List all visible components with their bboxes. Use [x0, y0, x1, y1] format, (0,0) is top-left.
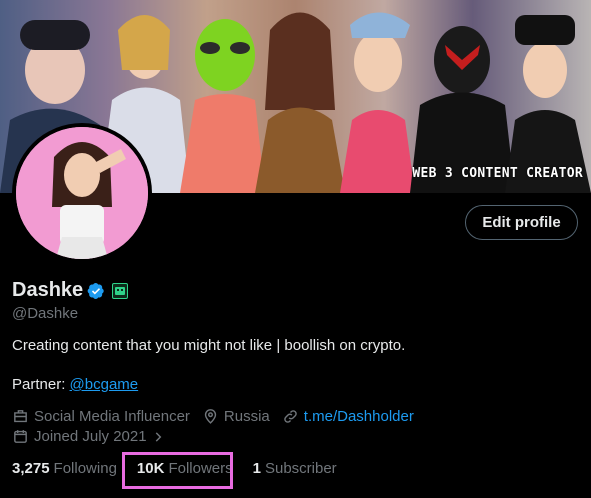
affiliate-badge-icon[interactable]: [112, 282, 129, 299]
subscribers-stat[interactable]: 1 Subscriber: [253, 460, 337, 477]
partner-label: Partner:: [12, 376, 66, 393]
profile-handle: @Dashke: [12, 305, 79, 322]
joined-text: Joined July 2021: [34, 428, 147, 445]
profile-avatar[interactable]: [12, 123, 152, 263]
profile-meta-row: Social Media Influencer Russia t.me/Dash…: [12, 408, 426, 425]
joined-row[interactable]: Joined July 2021: [12, 428, 182, 445]
edit-profile-button[interactable]: Edit profile: [465, 205, 578, 240]
subscribers-label: Subscriber: [264, 460, 337, 477]
profile-partner: Partner: @bcgame: [12, 376, 138, 393]
profile-name-row: Dashke: [12, 279, 129, 302]
link-icon: [284, 410, 297, 423]
following-count: 3,275: [12, 460, 50, 477]
chevron-right-icon: [155, 431, 161, 442]
website-link[interactable]: t.me/Dashholder: [304, 408, 414, 425]
profile-name: Dashke: [12, 279, 84, 301]
category-item: Social Media Influencer: [12, 408, 190, 425]
following-label: Following: [53, 460, 117, 477]
location-item: Russia: [202, 408, 270, 425]
partner-link[interactable]: @bcgame: [70, 376, 139, 393]
banner-tagline: WEB 3 CONTENT CREATOR: [412, 166, 583, 181]
website-item[interactable]: t.me/Dashholder: [282, 408, 414, 425]
subscribers-count: 1: [252, 460, 261, 477]
avatar-image: [16, 127, 148, 259]
followers-highlight-box: [122, 452, 233, 489]
following-stat[interactable]: 3,275 Following: [12, 460, 117, 477]
category-text: Social Media Influencer: [34, 408, 190, 425]
calendar-icon: [14, 430, 27, 443]
location-text: Russia: [223, 408, 270, 425]
profile-bio: Creating content that you might not like…: [12, 337, 406, 354]
verified-badge-icon[interactable]: [87, 282, 105, 300]
joined-item[interactable]: Joined July 2021: [12, 428, 170, 445]
location-pin-icon: [204, 409, 217, 424]
briefcase-icon: [14, 410, 27, 423]
